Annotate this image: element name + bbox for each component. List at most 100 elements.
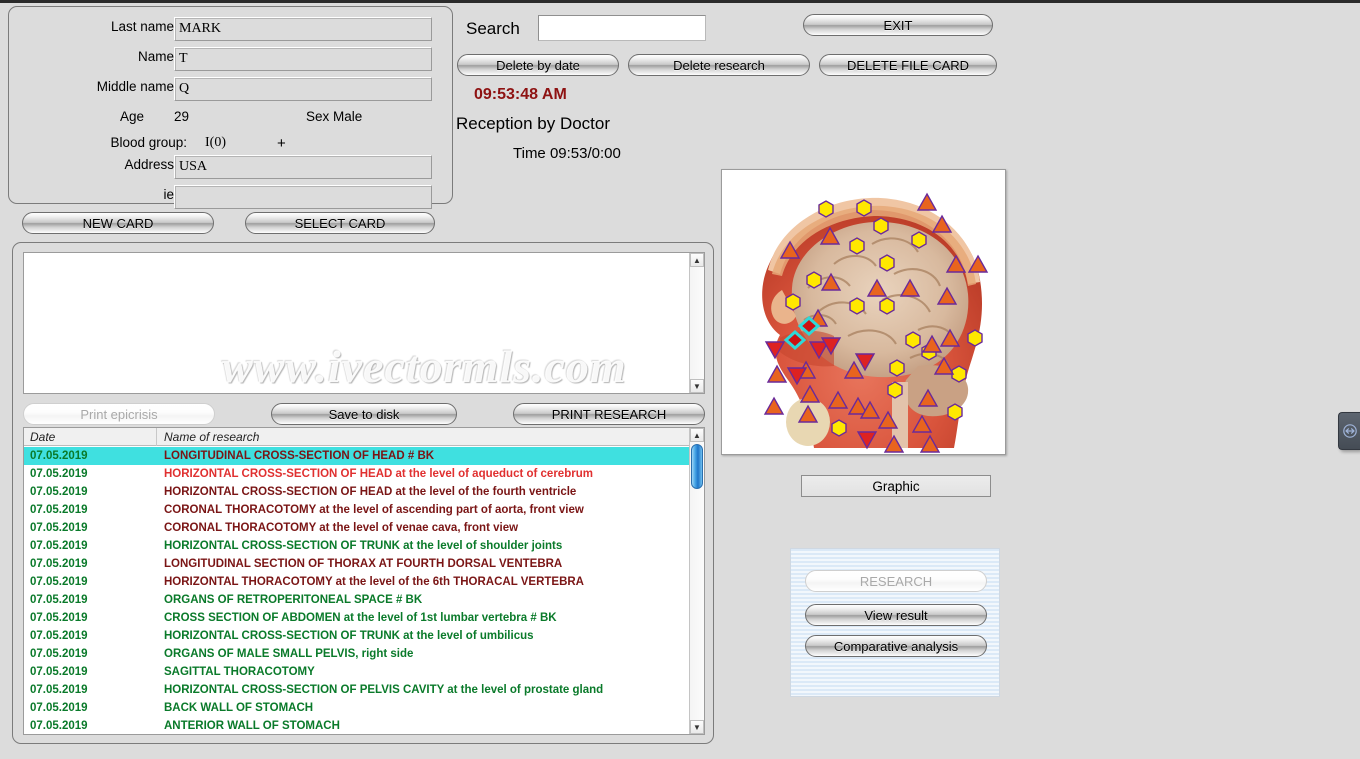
row-date: 07.05.2019 [30,558,88,570]
table-row[interactable]: 07.05.2019 CORONAL THORACOTOMY at the lev… [24,519,691,537]
table-row[interactable]: 07.05.2019 HORIZONTAL CROSS-SECTION OF TR… [24,537,691,555]
ie-label: ie [163,187,174,202]
address-input[interactable]: USA [174,155,432,179]
row-date: 07.05.2019 [30,504,88,516]
table-row[interactable]: 07.05.2019 HORIZONTAL CROSS-SECTION OF HE… [24,465,691,483]
table-row[interactable]: 07.05.2019 LONGITUDINAL SECTION OF THORAX… [24,555,691,573]
view-result-button[interactable]: View result [805,604,987,626]
research-list-header: Date Name of research [24,428,704,446]
column-header-date: Date [30,430,56,444]
row-research-name: SAGITTAL THORACOTOMY [164,666,315,678]
panel-resize-handle[interactable] [1338,412,1360,450]
field-row-age-sex: Age 29 Sex Male [9,107,434,131]
row-research-name: ORGANS OF RETROPERITONEAL SPACE # BK [164,594,423,606]
age-label: Age [119,109,144,124]
graphic-button[interactable]: Graphic [801,475,991,497]
row-date: 07.05.2019 [30,630,88,642]
sex-value: Sex Male [306,109,363,124]
blood-group-label: Blood group: [110,135,187,150]
column-header-name: Name of research [164,430,260,444]
table-row[interactable]: 07.05.2019 LONGITUDINAL CROSS-SECTION OF … [24,447,691,465]
row-research-name: BACK WALL OF STOMACH [164,702,314,714]
scrollbar-thumb[interactable] [691,444,703,489]
print-epicrisis-button[interactable]: Print epicrisis [23,403,215,425]
row-research-name: CORONAL THORACOTOMY at the level of asce… [164,504,584,516]
first-name-label: Name [137,49,174,64]
epicrisis-textarea[interactable]: ▲ ▼ [23,252,705,394]
scroll-up-icon[interactable]: ▲ [690,253,704,267]
epicrisis-group: ▲ ▼ Print epicrisis Save to disk PRINT R… [12,242,714,744]
reception-time-value: Time 09:53/0:00 [513,145,621,162]
first-name-input[interactable]: T [174,47,432,71]
table-row[interactable]: 07.05.2019 HORIZONTAL CROSS-SECTION OF PE… [24,681,691,699]
delete-research-button[interactable]: Delete research [628,54,810,76]
scroll-down-icon[interactable]: ▼ [690,379,704,393]
search-input[interactable] [538,15,706,41]
row-date: 07.05.2019 [30,594,88,606]
table-row[interactable]: 07.05.2019 ORGANS OF MALE SMALL PELVIS, r… [24,645,691,663]
patient-card-group: Last name MARK Name T Middle name Q Age … [8,6,453,209]
middle-name-input[interactable]: Q [174,77,432,101]
row-research-name: LONGITUDINAL SECTION OF THORAX AT FOURTH… [164,558,563,570]
address-label: Address [124,157,174,172]
table-row[interactable]: 07.05.2019 BACK WALL OF STOMACH [24,699,691,717]
row-date: 07.05.2019 [30,540,88,552]
delete-by-date-button[interactable]: Delete by date [457,54,619,76]
field-row-address: Address USA [9,155,434,179]
print-research-button[interactable]: PRINT RESEARCH [513,403,705,425]
table-row[interactable]: 07.05.2019 ANTERIOR WALL OF STOMACH [24,717,691,734]
age-value: 29 [174,109,190,124]
rh-factor-value: + [277,135,286,152]
left-right-arrow-icon [1342,424,1357,438]
field-row-name: Name T [9,47,434,71]
delete-file-card-button[interactable]: DELETE FILE CARD [819,54,997,76]
scroll-up-icon[interactable]: ▲ [690,428,704,442]
row-date: 07.05.2019 [30,684,88,696]
row-research-name: ANTERIOR WALL OF STOMACH [164,720,340,732]
row-research-name: HORIZONTAL CROSS-SECTION OF HEAD at the … [164,486,577,498]
research-list-scrollbar[interactable]: ▲ ▼ [689,428,704,734]
ie-input[interactable] [174,185,432,209]
row-research-name: LONGITUDINAL CROSS-SECTION OF HEAD # BK [164,450,435,462]
table-row[interactable]: 07.05.2019 HORIZONTAL CROSS-SECTION OF TR… [24,627,691,645]
head-scan-image-panel[interactable] [721,169,1006,455]
comparative-analysis-button[interactable]: Comparative analysis [805,635,987,657]
row-date: 07.05.2019 [30,522,88,534]
head-scan-graphic [722,170,1005,454]
research-button[interactable]: RESEARCH [805,570,987,592]
last-name-label: Last name [110,19,174,34]
research-list[interactable]: Date Name of research 07.05.2019 LONGITUD… [23,427,705,735]
field-row-middle-name: Middle name Q [9,77,434,101]
row-research-name: CORONAL THORACOTOMY at the level of vena… [164,522,519,534]
new-card-button[interactable]: NEW CARD [22,212,214,234]
table-row[interactable]: 07.05.2019 CORONAL THORACOTOMY at the lev… [24,501,691,519]
last-name-input[interactable]: MARK [174,17,432,41]
row-date: 07.05.2019 [30,702,88,714]
table-row[interactable]: 07.05.2019 ORGANS OF RETROPERITONEAL SPAC… [24,591,691,609]
header-divider [156,428,157,446]
field-row-ie: ie [9,185,434,209]
save-to-disk-button[interactable]: Save to disk [271,403,457,425]
table-row[interactable]: 07.05.2019 SAGITTAL THORACOTOMY [24,663,691,681]
exit-button[interactable]: EXIT [803,14,993,36]
clock-display: 09:53:48 AM [474,86,567,103]
epicrisis-scrollbar[interactable]: ▲ ▼ [689,253,704,393]
scroll-down-icon[interactable]: ▼ [690,720,704,734]
table-row[interactable]: 07.05.2019 HORIZONTAL THORACOTOMY at the … [24,573,691,591]
row-research-name: CROSS SECTION OF ABDOMEN at the level of… [164,612,557,624]
row-research-name: ORGANS OF MALE SMALL PELVIS, right side [164,648,414,660]
row-research-name: HORIZONTAL CROSS-SECTION OF TRUNK at the… [164,540,563,552]
table-row[interactable]: 07.05.2019 HORIZONTAL CROSS-SECTION OF HE… [24,483,691,501]
table-row[interactable]: 07.05.2019 CROSS SECTION OF ABDOMEN at th… [24,609,691,627]
row-research-name: HORIZONTAL CROSS-SECTION OF TRUNK at the… [164,630,534,642]
row-date: 07.05.2019 [30,720,88,732]
row-date: 07.05.2019 [30,612,88,624]
select-card-button[interactable]: SELECT CARD [245,212,435,234]
row-research-name: HORIZONTAL CROSS-SECTION OF PELVIS CAVIT… [164,684,604,696]
row-date: 07.05.2019 [30,666,88,678]
row-date: 07.05.2019 [30,648,88,660]
row-date: 07.05.2019 [30,450,88,462]
field-row-blood-group: Blood group: I(0) + [9,133,434,157]
reception-by-doctor-label: Reception by Doctor [456,114,611,133]
middle-name-label: Middle name [96,79,174,94]
